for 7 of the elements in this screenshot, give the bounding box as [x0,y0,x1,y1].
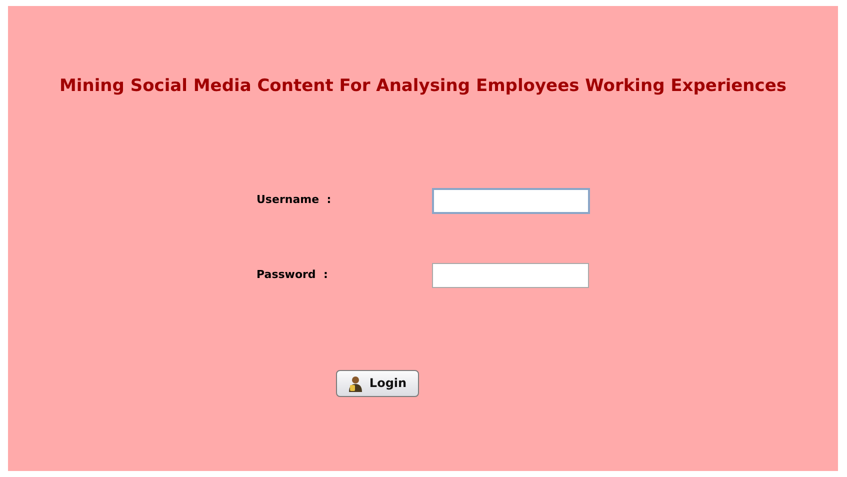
login-button[interactable]: Login [336,370,418,396]
app-title: Mining Social Media Content For Analysing Employees Working Experiences [59,75,787,98]
input-field[interactable] [432,188,590,214]
user-icon [347,374,364,392]
field-label: Password : [256,266,329,283]
field-label: Username : [256,192,332,208]
input-field[interactable] [432,262,588,288]
